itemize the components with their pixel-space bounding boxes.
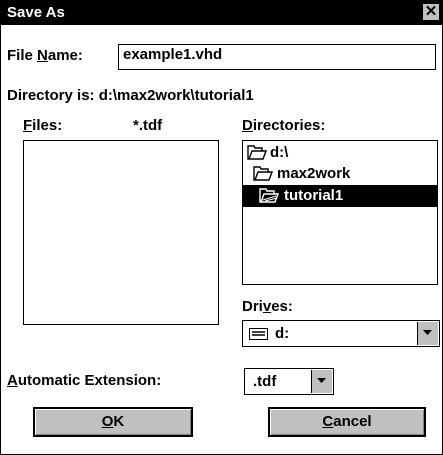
- save-as-dialog: Save As ✕ File Name: example1.vhd Direct…: [0, 0, 443, 455]
- extension-value: .tdf: [253, 373, 277, 390]
- directory-path: d:\max2work\tutorial1: [98, 87, 254, 104]
- chevron-down-icon: [317, 378, 326, 383]
- window-title: Save As: [7, 4, 65, 21]
- file-name-value: example1.vhd: [123, 46, 223, 63]
- directory-item-root[interactable]: d:\: [243, 142, 437, 164]
- drives-dropdown[interactable]: d:: [242, 320, 440, 347]
- drive-icon: [249, 328, 268, 340]
- extension-dropdown-button[interactable]: [311, 370, 332, 393]
- extension-dropdown[interactable]: .tdf: [244, 368, 334, 395]
- close-icon: ✕: [424, 3, 438, 20]
- close-button[interactable]: ✕: [422, 3, 440, 21]
- file-name-label: File Name:: [7, 47, 83, 64]
- ok-button[interactable]: OK: [33, 407, 193, 437]
- open-folder-icon: [247, 145, 267, 160]
- directory-label-root: d:\: [270, 144, 289, 161]
- directory-item-tutorial1[interactable]: tutorial1: [243, 185, 437, 207]
- files-listbox[interactable]: [23, 140, 219, 325]
- directories-listbox[interactable]: d:\ max2work tutorial1: [242, 140, 438, 285]
- drive-value: d:: [275, 325, 290, 342]
- chevron-down-icon: [423, 330, 432, 335]
- directory-label: Directory is:: [7, 87, 95, 104]
- directories-label: Directories:: [242, 117, 326, 134]
- cancel-button[interactable]: Cancel: [268, 407, 426, 437]
- directory-info: Directory is: d:\max2work\tutorial1: [7, 87, 254, 104]
- drives-dropdown-button[interactable]: [417, 322, 438, 345]
- extension-label: Automatic Extension:: [7, 372, 162, 389]
- directory-item-max2work[interactable]: max2work: [243, 163, 437, 185]
- open-folder-icon: [253, 166, 273, 181]
- file-name-input[interactable]: example1.vhd: [118, 44, 436, 70]
- open-folder-icon: [259, 188, 279, 203]
- files-filter: *.tdf: [133, 117, 163, 134]
- drives-label: Drives:: [242, 298, 293, 315]
- title-bar[interactable]: Save As ✕: [1, 1, 442, 25]
- directory-label-tutorial1: tutorial1: [284, 187, 344, 204]
- files-label: Files:: [23, 117, 63, 134]
- directory-label-max2work: max2work: [277, 165, 351, 182]
